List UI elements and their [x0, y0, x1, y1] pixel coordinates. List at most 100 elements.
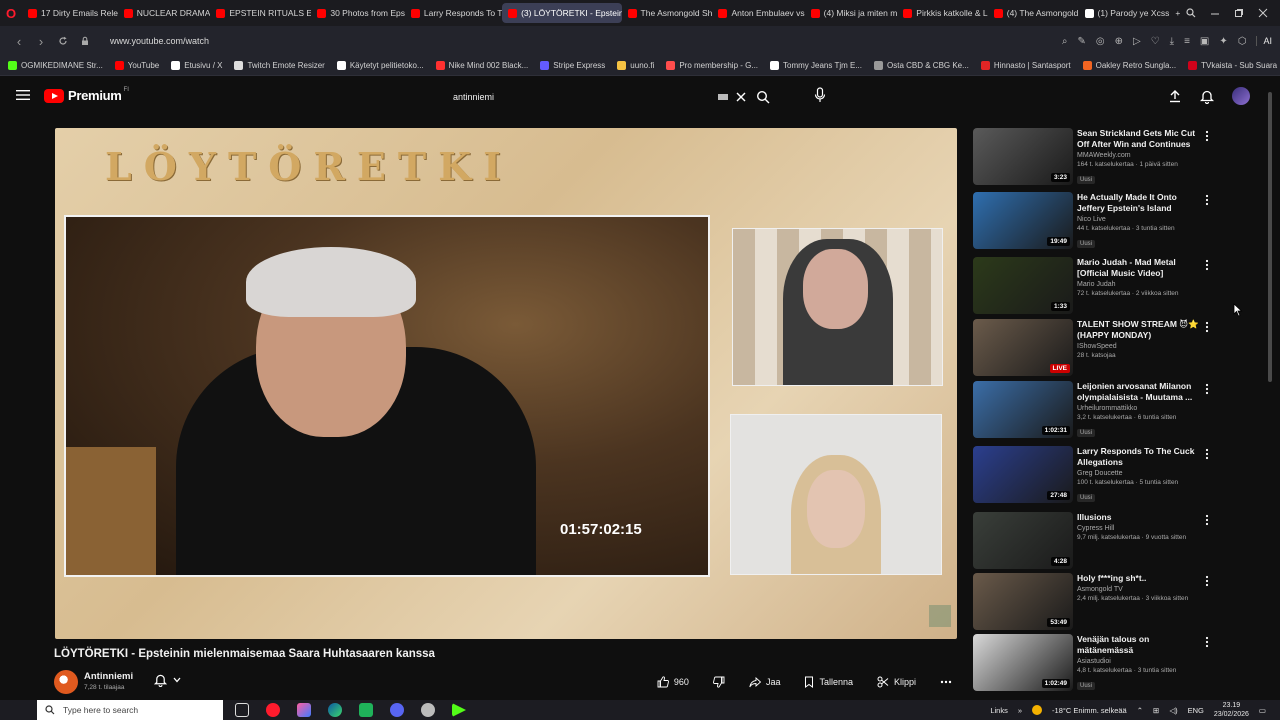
kick-app-icon[interactable]	[452, 703, 466, 717]
youtube-premium-logo[interactable]: Premium FI	[44, 87, 129, 103]
vpn-icon[interactable]: ⊕	[1115, 36, 1123, 47]
links-label[interactable]: Links	[990, 706, 1008, 715]
zoom-icon[interactable]: ⌕	[1062, 36, 1068, 47]
browser-tab[interactable]: EPSTEIN RITUALS E	[210, 3, 311, 23]
more-vertical-icon[interactable]	[1205, 130, 1209, 142]
more-vertical-icon[interactable]	[1205, 514, 1209, 526]
recommendation-title[interactable]: He Actually Made It Onto Jeffery Epstein…	[1077, 192, 1207, 214]
recommendation-item[interactable]: 1:02:31 Leijonien arvosanat Milanon olymp…	[973, 381, 1253, 441]
recommendation-item[interactable]: 4:28 Illusions Cypress Hill 9,7 milj. katse…	[973, 512, 1253, 572]
search-icon[interactable]	[756, 90, 770, 104]
network-icon[interactable]: ⊞	[1153, 706, 1159, 715]
green-app-icon[interactable]	[359, 703, 373, 717]
browser-tab[interactable]: Anton Embulaev vs	[712, 3, 805, 23]
more-vertical-icon[interactable]	[1205, 575, 1209, 587]
more-actions-button[interactable]	[932, 671, 960, 693]
account-avatar[interactable]	[1232, 87, 1250, 105]
recommendation-item[interactable]: 53:49 Holy f***ing sh*t.. Asmongold TV 2,4 …	[973, 573, 1253, 633]
recommendation-title[interactable]: Holy f***ing sh*t..	[1077, 573, 1207, 584]
discord-app-icon[interactable]	[390, 703, 404, 717]
scrollbar-thumb[interactable]	[1268, 92, 1272, 382]
recommendation-thumbnail[interactable]: 53:49	[973, 573, 1073, 630]
recommendation-channel[interactable]: Nico Live	[1077, 216, 1207, 223]
recommendation-title[interactable]: Larry Responds To The Cuck Allegations	[1077, 446, 1207, 468]
share-button[interactable]: Jaa	[741, 671, 789, 693]
bookmark-item[interactable]: Twitch Emote Resizer	[234, 61, 325, 70]
bookmark-item[interactable]: Käytetyt pelitietoko...	[336, 61, 424, 70]
recommendation-item[interactable]: LIVE TALENT SHOW STREAM 😈⭐ (HAPPY MONDAY)…	[973, 319, 1253, 379]
bookmark-item[interactable]: Hinnasto | Santasport	[980, 61, 1071, 70]
browser-tab[interactable]: Larry Responds To T	[405, 3, 502, 23]
recommendation-item[interactable]: 27:48 Larry Responds To The Cuck Allegati…	[973, 446, 1253, 506]
browser-tab[interactable]: 17 Dirty Emails Rele	[22, 3, 118, 23]
menu-list-icon[interactable]: ≡	[1184, 36, 1190, 47]
back-icon[interactable]: ‹	[8, 34, 30, 49]
recommendation-channel[interactable]: Urheilurommattikko	[1077, 405, 1207, 412]
video-player[interactable]: LÖYTÖRETKI 01:57:02:15	[55, 128, 957, 639]
recommendation-thumbnail[interactable]: 3:23	[973, 128, 1073, 185]
site-info-icon[interactable]	[74, 36, 96, 46]
page-scrollbar[interactable]	[1267, 86, 1273, 692]
browser-tab[interactable]: (4) Miksi ja miten m	[805, 3, 897, 23]
bookmark-item[interactable]: TVkaista - Sub Suara	[1188, 61, 1277, 70]
recommendation-item[interactable]: 1:02:49 Venäjän talous on mätänemässä Asia…	[973, 634, 1253, 694]
camera-icon[interactable]: ◎	[1096, 36, 1105, 47]
hamburger-menu-icon[interactable]	[16, 89, 30, 101]
recommendation-thumbnail[interactable]: 1:02:49	[973, 634, 1073, 691]
search-tabs-icon[interactable]	[1186, 8, 1196, 18]
recommendation-thumbnail[interactable]: 27:48	[973, 446, 1073, 503]
browser-tab[interactable]: 30 Photos from Eps	[311, 3, 405, 23]
bookmark-item[interactable]: Etusivu / X	[171, 61, 222, 70]
recommendation-item[interactable]: 19:49 He Actually Made It Onto Jeffery Ep…	[973, 192, 1253, 252]
notifications-bell-icon[interactable]	[1200, 89, 1214, 104]
browser-tab[interactable]: NUCLEAR DRAMA	[118, 3, 210, 23]
recommendation-thumbnail[interactable]: 1:02:31	[973, 381, 1073, 438]
recommendation-title[interactable]: Mario Judah - Mad Metal [Official Music …	[1077, 257, 1207, 279]
recommendation-title[interactable]: Leijonien arvosanat Milanon olympialaisi…	[1077, 381, 1207, 403]
recommendation-channel[interactable]: Greg Doucette	[1077, 470, 1207, 477]
more-vertical-icon[interactable]	[1205, 448, 1209, 460]
browser-tab[interactable]: (3) LÖYTÖRETKI - Epstein	[502, 3, 622, 23]
channel-avatar[interactable]	[54, 670, 78, 694]
taskbar-search[interactable]: Type here to search	[37, 700, 223, 720]
recommendation-title[interactable]: Illusions	[1077, 512, 1207, 523]
recommendation-channel[interactable]: IShowSpeed	[1077, 343, 1207, 350]
more-vertical-icon[interactable]	[1205, 383, 1209, 395]
close-window-icon[interactable]	[1258, 8, 1268, 18]
download-icon[interactable]: ⤓	[1170, 36, 1174, 47]
design-app-icon[interactable]	[297, 703, 311, 717]
volume-icon[interactable]: ◁)	[1169, 706, 1177, 715]
more-vertical-icon[interactable]	[1205, 636, 1209, 648]
search-input[interactable]	[444, 92, 718, 102]
recommendation-title[interactable]: Venäjän talous on mätänemässä	[1077, 634, 1207, 656]
task-view-icon[interactable]	[235, 703, 249, 717]
recommendation-item[interactable]: 3:23 Sean Strickland Gets Mic Cut Off Aft…	[973, 128, 1253, 188]
bookmark-item[interactable]: uuno.fi	[617, 61, 654, 70]
channel-watermark[interactable]	[929, 605, 951, 627]
language-indicator[interactable]: ENG	[1188, 706, 1204, 715]
recommendation-channel[interactable]: Asmongold TV	[1077, 586, 1207, 593]
forward-icon[interactable]: ›	[30, 34, 52, 49]
extension-icon[interactable]: ✦	[1219, 36, 1227, 47]
browser-tab[interactable]: The Asmongold Sh	[622, 3, 713, 23]
keyboard-icon[interactable]	[718, 94, 728, 100]
browser-tab[interactable]: Pirkkis katkolle & L	[897, 3, 988, 23]
bookmark-item[interactable]: Pro membership - G...	[666, 61, 758, 70]
save-button[interactable]: Tallenna	[796, 671, 861, 693]
bookmark-item[interactable]: Stripe Express	[540, 61, 605, 70]
upload-icon[interactable]	[1168, 89, 1182, 103]
recommendation-thumbnail[interactable]: 4:28	[973, 512, 1073, 569]
edit-icon[interactable]: ✎	[1077, 36, 1085, 47]
recommendation-channel[interactable]: MMAWeekly.com	[1077, 152, 1207, 159]
channel-name[interactable]: Antinniemi	[84, 671, 133, 682]
new-tab-button[interactable]: +	[1169, 3, 1186, 23]
weather-text[interactable]: -18°C Enimm. selkeää	[1052, 706, 1127, 715]
recommendation-title[interactable]: TALENT SHOW STREAM 😈⭐ (HAPPY MONDAY)	[1077, 319, 1207, 341]
play-icon[interactable]: ▷	[1133, 36, 1141, 47]
recommendation-channel[interactable]: Asiastudioi	[1077, 658, 1207, 665]
reload-icon[interactable]	[52, 36, 74, 46]
chevron-right-icon[interactable]: »	[1018, 706, 1022, 715]
settings-app-icon[interactable]	[421, 703, 435, 717]
opera-app-icon[interactable]	[266, 703, 280, 717]
bookmark-item[interactable]: YouTube	[114, 61, 159, 70]
